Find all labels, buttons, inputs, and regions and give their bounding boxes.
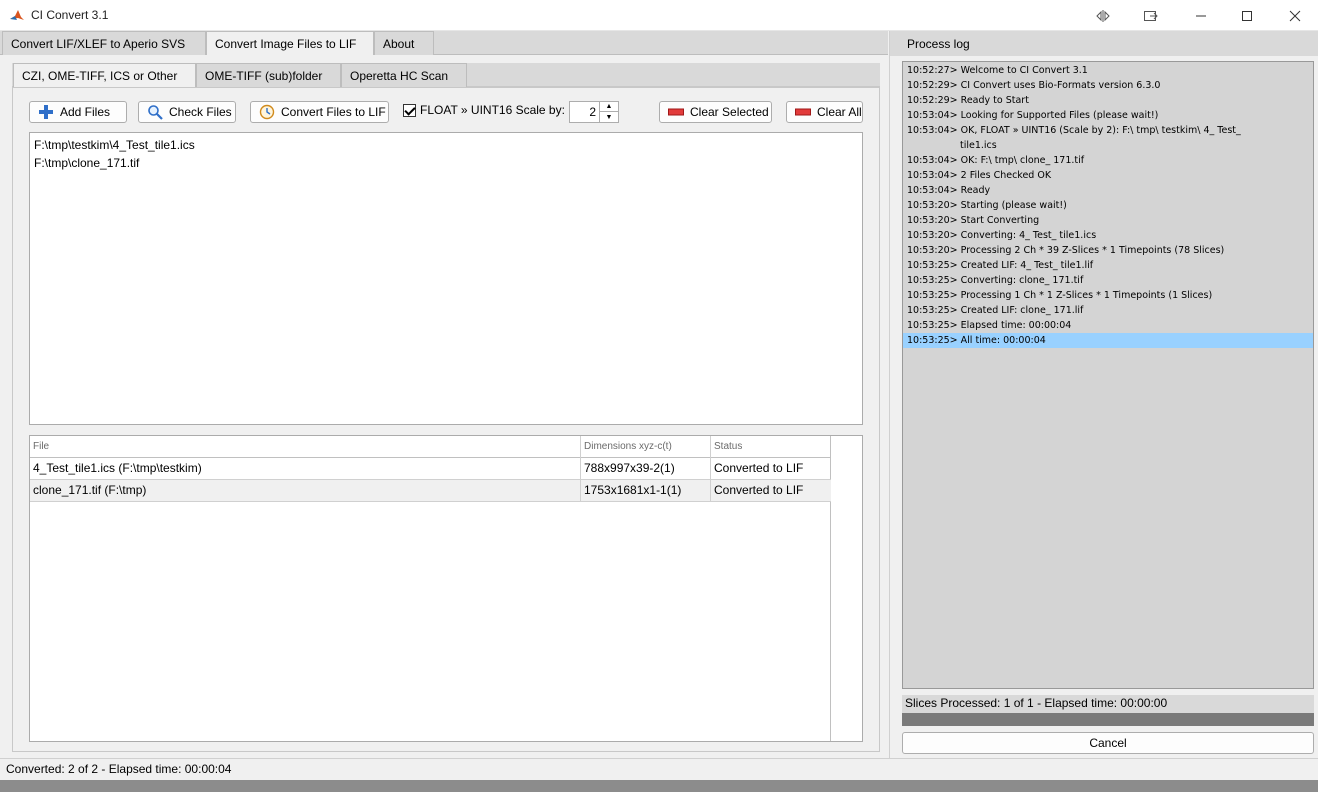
cell-status: Converted to LIF	[714, 461, 804, 475]
cell-status: Converted to LIF	[714, 483, 804, 497]
convert-files-button[interactable]: Convert Files to LIF	[250, 101, 389, 123]
results-table[interactable]: File Dimensions xyz-c(t) Status 4_Test_t…	[29, 435, 863, 742]
tab-convert-lif-to-svs[interactable]: Convert LIF/XLEF to Aperio SVS	[2, 31, 206, 55]
log-line[interactable]: 10:53:25> Elapsed time: 00:00:04	[903, 318, 1313, 333]
tab-operetta-hc-scan[interactable]: Operetta HC Scan	[341, 63, 467, 87]
taskbar-strip	[0, 780, 1318, 792]
log-line[interactable]: 10:53:25> Created LIF: 4_ Test_ tile1.li…	[903, 258, 1313, 273]
log-line[interactable]: 10:53:25> All time: 00:00:04	[903, 333, 1313, 348]
clear-all-button[interactable]: Clear All	[786, 101, 863, 123]
dock-toggle-button[interactable]	[1080, 0, 1126, 31]
status-bar: Converted: 2 of 2 - Elapsed time: 00:00:…	[0, 758, 1318, 780]
add-files-label: Add Files	[60, 105, 111, 119]
title-bar: CI Convert 3.1	[0, 0, 1318, 31]
remove-bar-icon	[668, 104, 684, 120]
maximize-button[interactable]	[1224, 0, 1270, 31]
check-files-label: Check Files	[169, 105, 232, 119]
log-line[interactable]: 10:53:20> Start Converting	[903, 213, 1313, 228]
log-line[interactable]: 10:53:04> OK: F:\ tmp\ clone_ 171.tif	[903, 153, 1313, 168]
split-arrows-icon	[1096, 9, 1110, 22]
log-line[interactable]: 10:53:04> OK, FLOAT » UINT16 (Scale by 2…	[903, 123, 1313, 138]
cell-file: 4_Test_tile1.ics (F:\tmp\testkim)	[30, 458, 581, 480]
window-title: CI Convert 3.1	[31, 8, 109, 22]
tab-czi-ome-ics[interactable]: CZI, OME-TIFF, ICS or Other	[13, 63, 196, 87]
cell-dimensions: 1753x1681x1-1(1)	[581, 480, 711, 502]
log-line[interactable]: 10:52:29> Ready to Start	[903, 93, 1313, 108]
minimize-icon	[1196, 15, 1206, 16]
remove-bar-icon	[795, 104, 811, 120]
slices-processed-label: Slices Processed: 1 of 1 - Elapsed time:…	[902, 695, 1314, 713]
table-row[interactable]: 4_Test_tile1.ics (F:\tmp\testkim) 788x99…	[30, 458, 831, 480]
cell-file: clone_171.tif (F:\tmp)	[30, 480, 581, 502]
log-line[interactable]: 10:52:29> CI Convert uses Bio-Formats ve…	[903, 78, 1313, 93]
column-header-dimensions[interactable]: Dimensions xyz-c(t)	[581, 436, 711, 458]
magnifier-icon	[147, 104, 163, 120]
progress-bar-fill	[902, 713, 1314, 726]
spinner-down-icon[interactable]: ▼	[599, 112, 618, 122]
log-line[interactable]: 10:53:04> Ready	[903, 183, 1313, 198]
list-item[interactable]: F:\tmp\testkim\4_Test_tile1.ics	[34, 136, 858, 154]
undock-button[interactable]	[1128, 0, 1174, 31]
log-line[interactable]: 10:53:25> Processing 1 Ch * 1 Z-Slices *…	[903, 288, 1313, 303]
check-files-button[interactable]: Check Files	[138, 101, 236, 123]
log-line[interactable]: 10:53:20> Processing 2 Ch * 39 Z-Slices …	[903, 243, 1313, 258]
clear-all-label: Clear All	[817, 105, 862, 119]
clear-selected-button[interactable]: Clear Selected	[659, 101, 772, 123]
plus-icon	[38, 104, 54, 120]
log-line[interactable]: 10:53:20> Converting: 4_ Test_ tile1.ics	[903, 228, 1313, 243]
tab-about[interactable]: About	[374, 31, 434, 55]
log-line[interactable]: 10:53:25> Created LIF: clone_ 171.lif	[903, 303, 1313, 318]
convert-files-label: Convert Files to LIF	[281, 105, 386, 119]
float-uint16-option[interactable]: FLOAT » UINT16 Scale by:	[403, 103, 565, 117]
list-item[interactable]: F:\tmp\clone_171.tif	[34, 154, 858, 172]
clear-selected-label: Clear Selected	[690, 105, 769, 119]
input-file-list[interactable]: F:\tmp\testkim\4_Test_tile1.ics F:\tmp\c…	[29, 132, 863, 425]
column-header-file[interactable]: File	[30, 436, 581, 458]
column-header-status[interactable]: Status	[711, 436, 831, 458]
spinner-up-icon[interactable]: ▲	[599, 102, 618, 112]
close-icon	[1289, 10, 1301, 21]
close-button[interactable]	[1272, 0, 1318, 31]
log-line[interactable]: tile1.ics	[903, 138, 1313, 153]
log-line[interactable]: 10:53:04> Looking for Supported Files (p…	[903, 108, 1313, 123]
tab-ome-tiff-folder[interactable]: OME-TIFF (sub)folder	[196, 63, 341, 87]
maximize-icon	[1242, 10, 1252, 21]
undock-icon	[1144, 10, 1158, 21]
scale-spinner[interactable]: 2 ▲ ▼	[569, 101, 619, 123]
process-log-panel: Process log 10:52:27> Welcome to CI Conv…	[889, 31, 1318, 758]
log-line[interactable]: 10:53:04> 2 Files Checked OK	[903, 168, 1313, 183]
float-uint16-checkbox[interactable]	[403, 103, 416, 117]
float-uint16-label: FLOAT » UINT16 Scale by:	[420, 103, 565, 117]
convert-clock-icon	[259, 104, 275, 120]
cancel-button[interactable]: Cancel	[902, 732, 1314, 754]
progress-bar	[902, 713, 1314, 726]
log-line[interactable]: 10:53:20> Starting (please wait!)	[903, 198, 1313, 213]
table-row[interactable]: clone_171.tif (F:\tmp) 1753x1681x1-1(1) …	[30, 480, 831, 502]
tab-convert-image-files[interactable]: Convert Image Files to LIF	[206, 31, 374, 55]
results-table-grid: File Dimensions xyz-c(t) Status 4_Test_t…	[30, 436, 831, 741]
process-log-header: Process log	[890, 31, 1318, 56]
process-log-list[interactable]: 10:52:27> Welcome to CI Convert 3.1 10:52…	[902, 61, 1314, 689]
log-line[interactable]: 10:52:27> Welcome to CI Convert 3.1	[903, 63, 1313, 78]
cell-dimensions: 788x997x39-2(1)	[581, 458, 711, 480]
matlab-logo-icon	[9, 8, 25, 24]
process-log-title: Process log	[907, 37, 970, 51]
add-files-button[interactable]: Add Files	[29, 101, 127, 123]
log-line[interactable]: 10:53:25> Converting: clone_ 171.tif	[903, 273, 1313, 288]
table-header: File Dimensions xyz-c(t) Status	[30, 436, 831, 458]
minimize-button[interactable]	[1178, 0, 1224, 31]
scale-value[interactable]: 2	[589, 105, 596, 119]
